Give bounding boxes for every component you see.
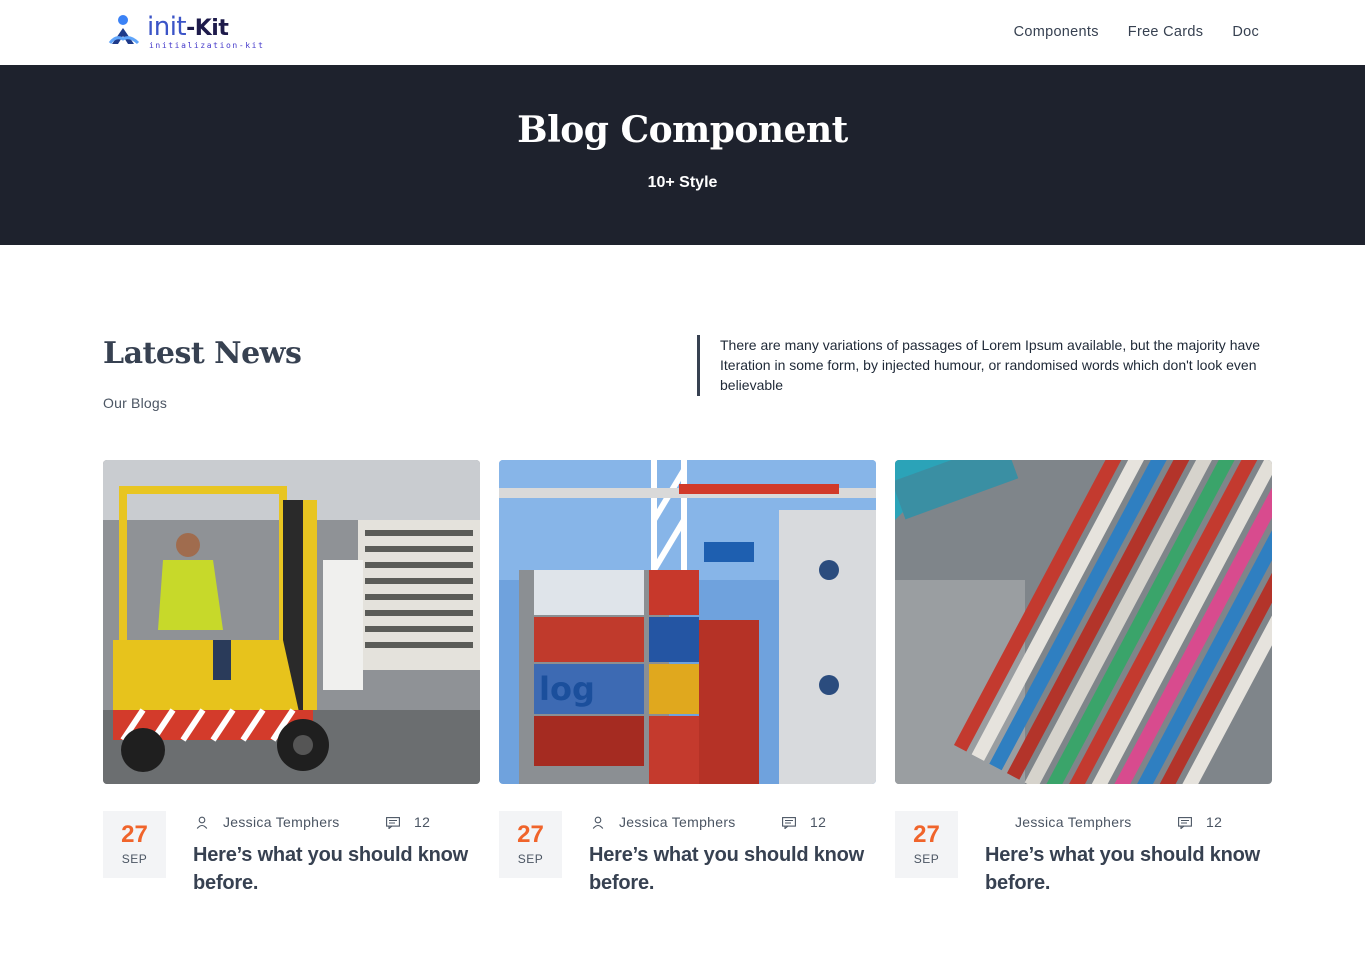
post-date-day: 27 <box>121 821 148 848</box>
blog-card[interactable]: log 27 SEP Jessica Temphers 12 Here’s wh… <box>499 460 876 894</box>
top-navbar: init-Kit initialization-kit Components F… <box>0 0 1365 65</box>
post-comment-count: 12 <box>810 814 827 830</box>
main-nav: Components Free Cards Doc <box>1014 22 1259 42</box>
post-date-day: 27 <box>517 821 544 848</box>
post-date-badge: 27 SEP <box>103 811 166 878</box>
post-author[interactable]: Jessica Temphers <box>223 814 340 830</box>
post-author[interactable]: Jessica Temphers <box>1015 814 1132 830</box>
comment-icon <box>782 817 796 829</box>
blog-card-image-port[interactable]: log <box>499 460 876 784</box>
logo-person-icon <box>108 15 140 45</box>
blog-card[interactable]: 27 SEP Jessica Temphers 12 Here’s what y… <box>895 460 1272 894</box>
post-title[interactable]: Here’s what you should know before. <box>589 841 876 897</box>
post-title[interactable]: Here’s what you should know before. <box>193 841 480 897</box>
hero-subtitle: 10+ Style <box>647 174 718 191</box>
post-author[interactable]: Jessica Temphers <box>619 814 736 830</box>
section-description: There are many variations of passages of… <box>697 335 1277 396</box>
post-meta: Jessica Temphers 12 <box>193 814 480 832</box>
comment-icon <box>1178 817 1192 829</box>
user-icon <box>196 816 208 829</box>
hero-banner: Blog Component 10+ Style <box>0 65 1365 245</box>
nav-link-free-cards[interactable]: Free Cards <box>1128 22 1204 42</box>
nav-link-doc[interactable]: Doc <box>1232 22 1259 42</box>
nav-link-components[interactable]: Components <box>1014 22 1099 42</box>
post-date-badge: 27 SEP <box>895 811 958 878</box>
post-date-month: SEP <box>913 852 940 866</box>
svg-text:log: log <box>539 670 595 708</box>
post-date-month: SEP <box>517 852 544 866</box>
section-subtitle: Our Blogs <box>103 395 168 411</box>
post-date-month: SEP <box>121 852 148 866</box>
logo-tagline: initialization-kit <box>149 41 265 50</box>
post-meta: Jessica Temphers 12 <box>985 814 1272 832</box>
blog-card-image-warehouse[interactable] <box>103 460 480 784</box>
post-meta: Jessica Temphers 12 <box>589 814 876 832</box>
post-date-badge: 27 SEP <box>499 811 562 878</box>
post-comment-count: 12 <box>1206 814 1223 830</box>
comment-icon <box>386 817 400 829</box>
user-icon <box>592 816 604 829</box>
site-logo[interactable]: init-Kit initialization-kit <box>108 10 263 54</box>
section-title: Latest News <box>103 336 302 371</box>
post-title[interactable]: Here’s what you should know before. <box>985 841 1272 897</box>
hero-title: Blog Component <box>517 109 848 151</box>
post-comment-count: 12 <box>414 814 431 830</box>
post-date-day: 27 <box>913 821 940 848</box>
blog-card[interactable]: 27 SEP Jessica Temphers 12 Here’s what y… <box>103 460 480 894</box>
blog-card-image-container-yard[interactable] <box>895 460 1272 784</box>
